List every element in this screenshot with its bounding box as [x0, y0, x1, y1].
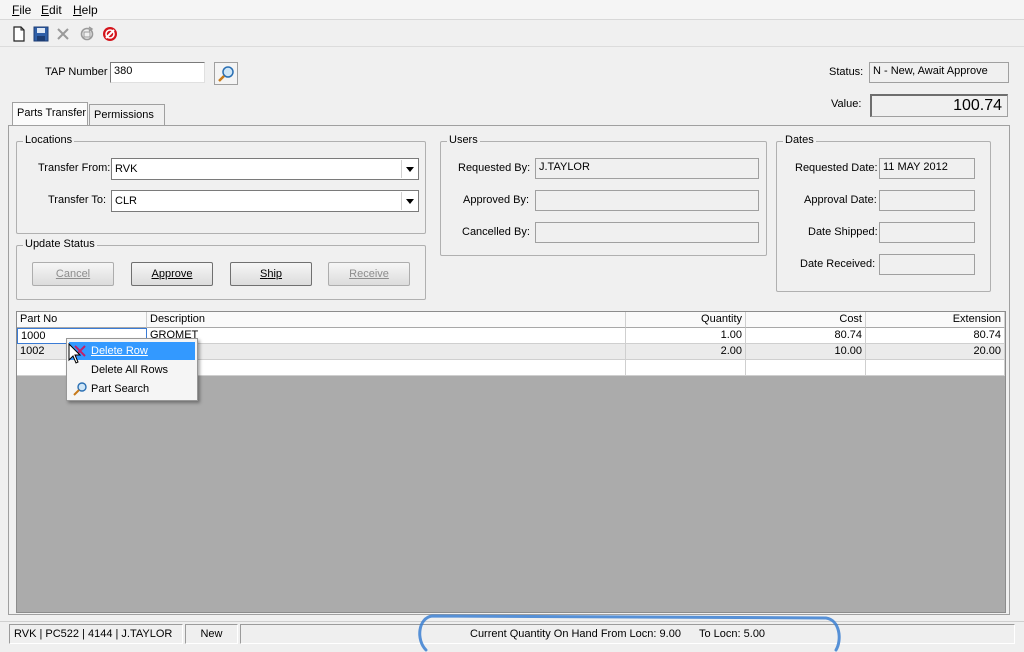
date-shipped-field — [879, 222, 975, 243]
dates-title: Dates — [783, 134, 816, 146]
users-title: Users — [447, 134, 480, 146]
mouse-cursor-icon — [68, 343, 82, 364]
approved-by-label: Approved By: — [463, 194, 530, 206]
cancel-button[interactable]: Cancel — [32, 262, 114, 286]
menu-item-part-search[interactable]: Part Search — [69, 380, 195, 398]
toolbar — [0, 21, 1024, 47]
quantity-cell[interactable] — [626, 360, 746, 376]
cancelled-by-label: Cancelled By: — [462, 226, 530, 238]
menu-help-accel: H — [73, 3, 82, 17]
column-header-quantity[interactable]: Quantity — [626, 312, 746, 328]
stop-icon[interactable] — [101, 25, 119, 43]
status-info-panel: RVK | PC522 | 4144 | J.TAYLOR — [9, 624, 183, 644]
menu-file[interactable]: File — [12, 3, 31, 17]
status-label: Status: — [829, 66, 864, 78]
ship-accel: S — [259, 268, 268, 280]
column-header-extension[interactable]: Extension — [866, 312, 1005, 328]
update-status-title: Update Status — [23, 238, 97, 250]
menu-help[interactable]: Help — [73, 3, 98, 17]
tab-parts-transfer[interactable]: Parts Transfer — [12, 102, 88, 127]
delete-icon[interactable] — [54, 25, 72, 43]
menu-item-delete-all-rows[interactable]: Delete All Rows — [69, 361, 195, 379]
date-shipped-label: Date Shipped: — [808, 226, 878, 238]
menu-edit-accel: E — [41, 3, 50, 17]
approve-button[interactable]: Approve — [131, 262, 213, 286]
tab-permissions[interactable]: Permissions — [89, 104, 165, 126]
cancelled-by-field — [535, 222, 759, 243]
highlight-annotation — [418, 614, 841, 652]
cost-cell[interactable]: 80.74 — [746, 328, 866, 344]
extension-cell[interactable]: 20.00 — [866, 344, 1005, 360]
menu-edit-label: dit — [49, 3, 62, 17]
value-field: 100.74 — [870, 94, 1008, 117]
transfer-to-label: Transfer To: — [48, 194, 107, 206]
chevron-down-icon[interactable] — [401, 160, 417, 178]
ship-button[interactable]: Ship — [230, 262, 312, 286]
column-header-description[interactable]: Description — [147, 312, 626, 328]
transfer-to-value: CLR — [115, 195, 138, 207]
new-document-icon[interactable] — [10, 25, 28, 43]
locations-title: Locations — [23, 134, 75, 146]
quantity-cell[interactable]: 2.00 — [626, 344, 746, 360]
date-received-label: Date Received: — [800, 258, 876, 270]
date-received-field — [879, 254, 975, 275]
ship-label: hip — [267, 268, 283, 280]
menu-edit[interactable]: Edit — [41, 3, 62, 17]
requested-date-field: 11 MAY 2012 — [879, 158, 975, 179]
menu-item-delete-row[interactable]: Delete Row — [69, 342, 195, 360]
description-cell[interactable] — [147, 344, 626, 360]
receive-button[interactable]: Receive — [328, 262, 410, 286]
column-header-cost[interactable]: Cost — [746, 312, 866, 328]
magnifier-icon — [218, 65, 234, 82]
grid-header-row: Part No Description Quantity Cost Extens… — [17, 312, 1005, 328]
transfer-from-select[interactable]: RVK — [111, 158, 419, 180]
grid-context-menu: Delete Row Delete All Rows Part Search — [66, 338, 198, 401]
value-label: Value: — [831, 98, 862, 110]
menu-help-label: elp — [81, 3, 98, 17]
receive-accel: R — [349, 268, 358, 280]
status-mode-panel: New — [185, 624, 238, 644]
cost-cell[interactable] — [746, 360, 866, 376]
column-header-part-no[interactable]: Part No — [17, 312, 147, 328]
requested-date-label: Requested Date: — [795, 162, 878, 174]
menu-bar: File Edit Help — [0, 0, 1024, 20]
cancel-label: ancel — [63, 268, 91, 280]
refresh-icon[interactable] — [78, 25, 96, 43]
part-search-label: Part Search — [91, 383, 150, 395]
extension-cell[interactable] — [866, 360, 1005, 376]
description-cell[interactable]: GROMET — [147, 328, 626, 344]
save-icon[interactable] — [32, 25, 50, 43]
tap-number-input[interactable]: 380 — [110, 62, 205, 83]
approval-date-field — [879, 190, 975, 211]
delete-row-label: Delete Row — [91, 345, 148, 357]
requested-by-label: Requested By: — [458, 162, 531, 174]
transfer-from-label: Transfer From: — [38, 162, 111, 174]
locations-group: Locations — [16, 134, 426, 234]
delete-all-rows-label: Delete All Rows — [91, 364, 169, 376]
receive-label: eceive — [357, 268, 389, 280]
tap-number-label: TAP Number — [45, 66, 108, 78]
approval-date-label: Approval Date: — [804, 194, 877, 206]
cancel-accel: C — [55, 268, 64, 280]
approved-by-field — [535, 190, 759, 211]
magnifier-icon — [73, 382, 87, 396]
extension-cell[interactable]: 80.74 — [866, 328, 1005, 344]
approve-accel: A — [151, 268, 159, 280]
approve-label: pprove — [158, 268, 193, 280]
quantity-cell[interactable]: 1.00 — [626, 328, 746, 344]
transfer-from-value: RVK — [115, 163, 138, 175]
tap-search-button[interactable] — [214, 62, 238, 85]
menu-file-label: ile — [19, 3, 32, 17]
status-field: N - New, Await Approve — [869, 62, 1009, 83]
description-cell[interactable] — [147, 360, 626, 376]
requested-by-field: J.TAYLOR — [535, 158, 759, 179]
cost-cell[interactable]: 10.00 — [746, 344, 866, 360]
chevron-down-icon[interactable] — [401, 192, 417, 210]
transfer-to-select[interactable]: CLR — [111, 190, 419, 212]
